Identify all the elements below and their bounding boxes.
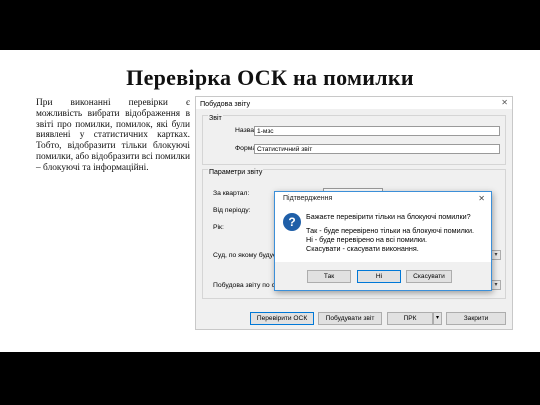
prk-button[interactable]: ПРК: [387, 312, 433, 325]
court-dropdown-button[interactable]: ▾: [491, 250, 501, 260]
slide-paragraph: При виконанні перевірки є можливість виб…: [36, 98, 190, 173]
close-icon[interactable]: ✕: [501, 98, 508, 107]
dialog-line-no: Ні - буде перевірено на всі помилки.: [306, 235, 428, 244]
window-title: Побудова звіту: [200, 99, 251, 108]
confirm-dialog: Підтвердження ✕ ? Бажаєте перевірити тіл…: [274, 191, 492, 291]
yes-button[interactable]: Так: [307, 270, 351, 283]
cancel-button[interactable]: Скасувати: [406, 270, 452, 283]
no-button[interactable]: Ні: [357, 270, 401, 283]
dialog-body: ? Бажаєте перевірити тільки на блокуючі …: [275, 206, 491, 290]
prk-dropdown-arrow[interactable]: ▾: [433, 312, 442, 325]
build-report-button[interactable]: Побудувати звіт: [318, 312, 382, 325]
court-label: Суд, по якому будує: [213, 252, 277, 259]
params-group-label: Параметри звіту: [208, 169, 264, 176]
year-label: Рік:: [213, 224, 224, 231]
report-name-field[interactable]: 1-мзс: [254, 126, 500, 136]
check-osk-button[interactable]: Перевірити ОСК: [250, 312, 314, 325]
build-by-dropdown-button[interactable]: ▾: [491, 280, 501, 290]
dialog-title: Підтвердження: [283, 195, 333, 202]
dialog-footer: Так Ні Скасувати: [275, 262, 491, 290]
dialog-line-cancel: Скасувати - скасувати виконання.: [306, 244, 419, 253]
report-form-field[interactable]: Статистичний звіт: [254, 144, 500, 154]
period-label: Від періоду:: [213, 207, 251, 214]
question-icon: ?: [283, 213, 301, 231]
window-titlebar: Побудова звіту ✕: [196, 97, 512, 109]
report-group-label: Звіт: [208, 115, 223, 122]
dialog-line-yes: Так - буде перевірено тільки на блокуючі…: [306, 226, 474, 235]
slide-title: Перевірка ОСК на помилки: [126, 65, 414, 90]
report-group: Звіт Назва звіту: 1-мзс Форма звіту: Ста…: [202, 115, 506, 165]
quarter-label: За квартал:: [213, 190, 250, 197]
close-button[interactable]: Закрити: [446, 312, 506, 325]
build-by-label: Побудова звіту по с: [213, 282, 275, 289]
dialog-close-icon[interactable]: ✕: [478, 194, 485, 203]
dialog-question: Бажаєте перевірити тільки на блокуючі по…: [306, 212, 471, 221]
